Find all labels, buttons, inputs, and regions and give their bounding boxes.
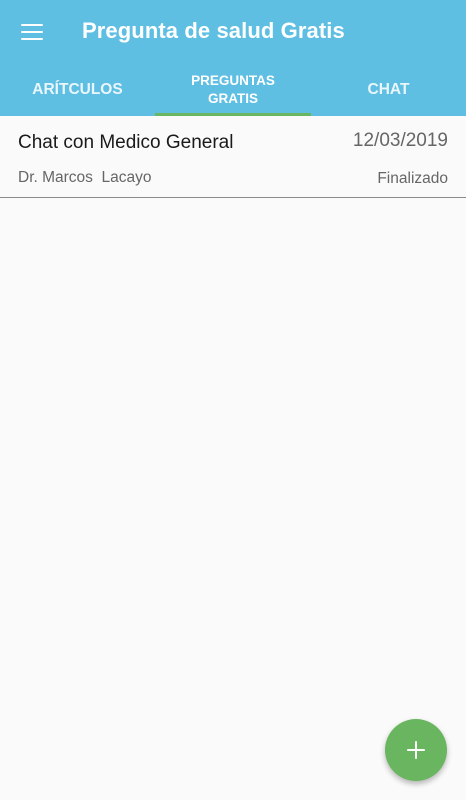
question-date: 12/03/2019 (352, 130, 448, 151)
toolbar: Pregunta de salud Gratis (0, 0, 466, 64)
tab-articulos[interactable]: ARÍTCULOS (0, 64, 155, 116)
question-title: Chat con Medico General (18, 132, 234, 153)
list-item[interactable]: Chat con Medico General 12/03/2019 Dr. M… (0, 116, 466, 198)
status-label: Finalizado (377, 170, 448, 187)
page-title: Pregunta de salud Gratis (82, 18, 345, 43)
tab-preguntas-gratis[interactable]: PREGUNTAS GRATIS (155, 64, 311, 116)
tab-articulos-label: ARÍTCULOS (32, 81, 123, 98)
menu-button[interactable] (12, 12, 52, 52)
tab-bar: ARÍTCULOS PREGUNTAS GRATIS CHAT (0, 64, 466, 116)
app-bar: Pregunta de salud Gratis ARÍTCULOS PREGU… (0, 0, 466, 116)
doctor-name: Dr. Marcos Lacayo (18, 169, 152, 186)
questions-list: Chat con Medico General 12/03/2019 Dr. M… (0, 116, 466, 198)
tab-preguntas-line2: GRATIS (207, 91, 258, 106)
add-question-button[interactable] (385, 719, 447, 781)
tab-preguntas-line1: PREGUNTAS (191, 73, 275, 88)
menu-icon (21, 24, 43, 40)
tab-preguntas-gratis-label: PREGUNTAS GRATIS (191, 72, 275, 108)
plus-icon (407, 741, 425, 759)
tab-chat-label: CHAT (367, 81, 410, 98)
tab-chat[interactable]: CHAT (311, 64, 466, 116)
